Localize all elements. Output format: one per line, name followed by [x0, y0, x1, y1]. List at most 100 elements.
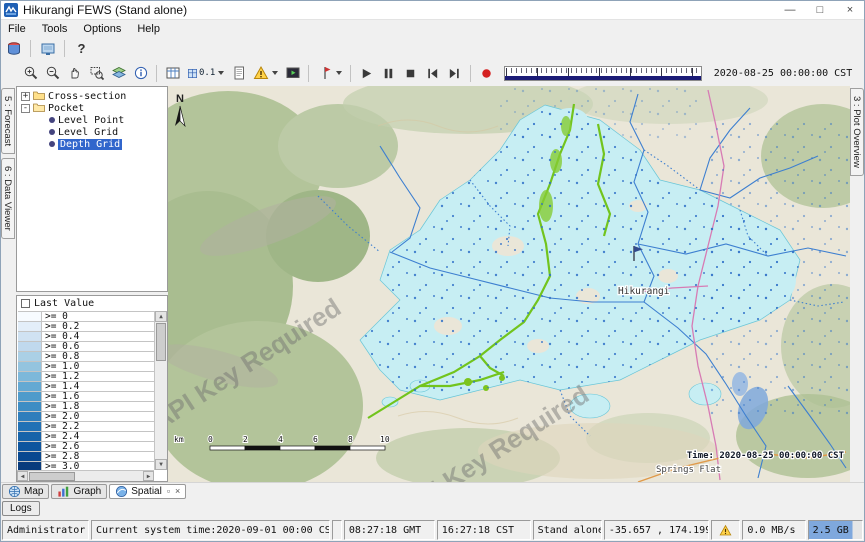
- local-time-cell: 16:27:18 CST: [437, 520, 531, 540]
- last-value-checkbox[interactable]: [21, 299, 30, 308]
- tree-node-depth-grid[interactable]: Depth Grid: [17, 138, 167, 150]
- legend-swatch: [18, 362, 42, 371]
- legend-row[interactable]: >= 0.4: [18, 332, 154, 342]
- scroll-down-icon[interactable]: ▼: [155, 459, 167, 470]
- skip-end-button[interactable]: [444, 63, 465, 83]
- legend-label: >= 2.0: [42, 412, 79, 421]
- legend-row[interactable]: >= 2.0: [18, 412, 154, 422]
- zoom-out-button[interactable]: [42, 63, 63, 83]
- legend-row[interactable]: >= 1.8: [18, 402, 154, 412]
- network-cell: 0.0 MB/s: [742, 520, 805, 540]
- status-spacer-cell: [332, 520, 342, 540]
- tree-node-level-grid[interactable]: Level Grid: [17, 126, 167, 138]
- skip-start-button[interactable]: [422, 63, 443, 83]
- tab-close-icon[interactable]: ×: [175, 486, 180, 496]
- bottom-tab-bar: Map Graph Spatial ▫ ×: [0, 482, 865, 499]
- record-button[interactable]: [476, 63, 497, 83]
- map-toolbar: 0.1 2020-08-25 00:00:00 CST: [0, 60, 865, 86]
- legend-row[interactable]: >= 1.0: [18, 362, 154, 372]
- zoom-extent-button[interactable]: [86, 63, 107, 83]
- memory-cell[interactable]: 2.5 GB: [808, 520, 863, 540]
- minimize-button[interactable]: —: [775, 0, 805, 19]
- tab-map-label: Map: [24, 486, 43, 497]
- pause-button[interactable]: [378, 63, 399, 83]
- legend-row[interactable]: >= 3.0: [18, 462, 154, 470]
- tab-forecast[interactable]: 5 : Forecast: [1, 88, 15, 154]
- play-button[interactable]: [356, 63, 377, 83]
- pan-hand-icon[interactable]: [64, 63, 85, 83]
- grid-value-dropdown[interactable]: 0.1: [184, 63, 227, 83]
- tab-plot-overview[interactable]: 3 : Plot Overview: [850, 88, 864, 176]
- maximize-button[interactable]: □: [805, 0, 835, 19]
- zoom-in-button[interactable]: [20, 63, 41, 83]
- scroll-thumb[interactable]: [29, 472, 75, 481]
- menu-help[interactable]: Help: [129, 22, 168, 36]
- display-icon[interactable]: [37, 39, 58, 59]
- legend-row[interactable]: >= 2.2: [18, 422, 154, 432]
- warning-dropdown[interactable]: [250, 63, 281, 83]
- tree-node-cross-section[interactable]: + Cross-section: [17, 90, 167, 102]
- menu-bar: File Tools Options Help: [0, 20, 865, 37]
- legend-row[interactable]: >= 0: [18, 312, 154, 322]
- database-icon[interactable]: [3, 39, 24, 59]
- scroll-thumb[interactable]: [156, 323, 166, 361]
- legend-vertical-scrollbar[interactable]: ▲ ▼: [154, 311, 167, 470]
- legend-row[interactable]: >= 2.8: [18, 452, 154, 462]
- logs-button[interactable]: Logs: [2, 501, 40, 516]
- gmt-time-cell: 08:27:18 GMT: [344, 520, 435, 540]
- info-button[interactable]: [130, 63, 151, 83]
- svg-text:2: 2: [243, 435, 248, 444]
- legend-swatch: [18, 372, 42, 381]
- legend-swatch: [18, 352, 42, 361]
- tree-expand-icon[interactable]: +: [21, 92, 30, 101]
- tree-node-pocket[interactable]: - Pocket: [17, 102, 167, 114]
- document-icon[interactable]: [228, 63, 249, 83]
- scroll-left-icon[interactable]: ◀: [17, 471, 28, 481]
- legend-row[interactable]: >= 2.6: [18, 442, 154, 452]
- tree-node-level-point[interactable]: Level Point: [17, 114, 167, 126]
- legend-row[interactable]: >= 1.4: [18, 382, 154, 392]
- tree-collapse-icon[interactable]: -: [21, 104, 30, 113]
- scroll-up-icon[interactable]: ▲: [155, 311, 167, 322]
- timeline-slider[interactable]: [504, 66, 702, 81]
- tab-float-icon[interactable]: ▫: [167, 486, 170, 496]
- legend-label: >= 1.8: [42, 402, 79, 411]
- menu-file[interactable]: File: [0, 22, 34, 36]
- legend-label: >= 0: [42, 312, 68, 321]
- legend-label: >= 3.0: [42, 462, 79, 470]
- legend-row[interactable]: >= 0.6: [18, 342, 154, 352]
- legend-label: >= 0.8: [42, 352, 79, 361]
- stop-button[interactable]: [400, 63, 421, 83]
- svg-text:N: N: [176, 93, 184, 105]
- chart-icon: [57, 485, 70, 498]
- legend-swatch: [18, 332, 42, 341]
- status-warning-icon[interactable]: [711, 520, 741, 540]
- legend-row[interactable]: >= 0.8: [18, 352, 154, 362]
- app-icon: [4, 3, 18, 17]
- tab-map[interactable]: Map: [2, 484, 49, 499]
- tree-node-label: Cross-section: [48, 91, 126, 102]
- legend-label: >= 2.6: [42, 442, 79, 451]
- toolbar-separator: [350, 65, 351, 82]
- svg-text:0: 0: [208, 435, 213, 444]
- legend-horizontal-scrollbar[interactable]: ◀ ▶: [17, 470, 154, 481]
- grid-display-button[interactable]: [162, 63, 183, 83]
- svg-text:Hikurangi: Hikurangi: [618, 286, 670, 297]
- legend-row[interactable]: >= 1.6: [18, 392, 154, 402]
- scroll-right-icon[interactable]: ▶: [143, 471, 154, 481]
- menu-options[interactable]: Options: [75, 22, 129, 36]
- menu-tools[interactable]: Tools: [34, 22, 76, 36]
- tab-spatial[interactable]: Spatial ▫ ×: [109, 484, 186, 499]
- close-button[interactable]: ×: [835, 0, 865, 19]
- layers-icon[interactable]: [108, 63, 129, 83]
- map-viewport[interactable]: API Key Required API Key Required Hikura…: [168, 86, 850, 482]
- legend-row[interactable]: >= 2.4: [18, 432, 154, 442]
- legend-row[interactable]: >= 0.2: [18, 322, 154, 332]
- tab-graph[interactable]: Graph: [51, 484, 107, 499]
- tab-data-viewer[interactable]: 6 : Data Viewer: [1, 158, 15, 239]
- screen-play-icon[interactable]: [282, 63, 303, 83]
- marker-dropdown[interactable]: [314, 63, 345, 83]
- legend-row[interactable]: >= 1.2: [18, 372, 154, 382]
- help-button[interactable]: ?: [71, 39, 92, 59]
- toolbar-separator: [156, 65, 157, 82]
